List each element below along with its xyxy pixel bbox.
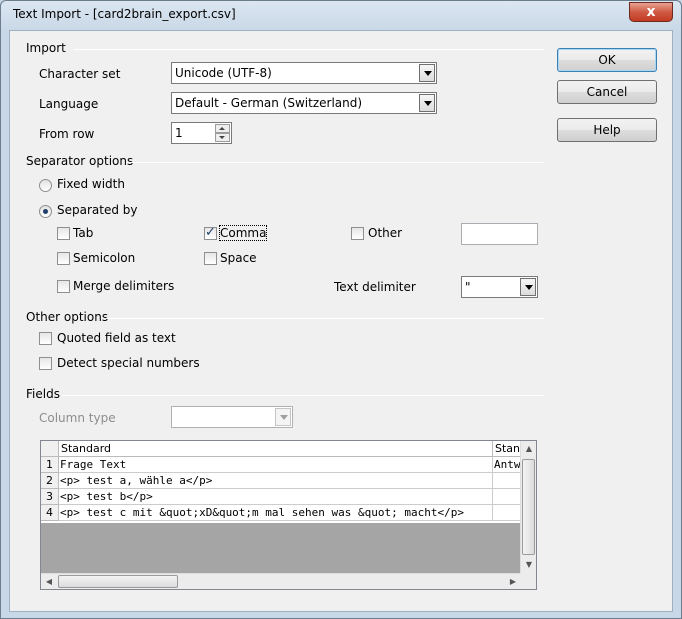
semicolon-checkbox[interactable] xyxy=(57,252,70,265)
comma-label[interactable]: Comma xyxy=(218,225,268,241)
dialog-body: Import Character set Unicode (UTF-8) Lan… xyxy=(9,30,673,612)
scroll-down-icon[interactable]: ▼ xyxy=(521,557,536,573)
character-set-label: Character set xyxy=(39,67,121,81)
chevron-down-icon[interactable] xyxy=(419,64,435,82)
vertical-scroll-thumb[interactable] xyxy=(522,459,535,555)
table-cell[interactable]: <p> test a, wähle a</p> xyxy=(59,473,493,489)
horizontal-scroll-thumb[interactable] xyxy=(58,575,178,588)
separated-by-label[interactable]: Separated by xyxy=(57,203,138,217)
text-delimiter-label: Text delimiter xyxy=(334,280,416,294)
quoted-field-label[interactable]: Quoted field as text xyxy=(57,331,176,345)
table-cell[interactable]: Antw xyxy=(493,457,521,473)
other-separator-input[interactable] xyxy=(461,223,538,245)
scroll-up-icon[interactable]: ▲ xyxy=(521,441,536,457)
row-number: 4 xyxy=(41,505,59,521)
tab-checkbox[interactable] xyxy=(57,227,70,240)
fields-divider xyxy=(62,395,544,396)
column-type-label: Column type xyxy=(39,411,116,425)
separator-options-label: Separator options xyxy=(26,154,134,168)
column-header-standard-2[interactable]: Stan xyxy=(493,441,521,457)
table-cell[interactable] xyxy=(493,505,521,521)
scroll-right-icon[interactable]: ▶ xyxy=(505,574,521,589)
space-checkbox[interactable] xyxy=(204,252,217,265)
language-value: Default - German (Switzerland) xyxy=(175,96,363,110)
column-type-select[interactable] xyxy=(171,406,293,428)
close-button[interactable]: x xyxy=(629,2,673,22)
other-options-divider xyxy=(106,318,544,319)
comma-checkbox[interactable] xyxy=(204,225,217,240)
tab-label[interactable]: Tab xyxy=(73,226,93,240)
fields-group-label: Fields xyxy=(26,387,60,401)
row-number: 1 xyxy=(41,457,59,473)
import-group-label: Import xyxy=(26,41,66,55)
other-options-label: Other options xyxy=(26,310,109,324)
help-button[interactable]: Help xyxy=(557,118,657,142)
preview-grid[interactable]: Standard Stan 1 Frage Text Antw 2 <p> te… xyxy=(40,440,537,590)
table-cell[interactable] xyxy=(493,489,521,505)
table-cell[interactable]: Frage Text xyxy=(59,457,493,473)
vertical-scrollbar[interactable]: ▲ ▼ xyxy=(520,441,536,573)
from-row-stepper[interactable]: 1 xyxy=(171,122,232,144)
column-header-standard[interactable]: Standard xyxy=(59,441,493,457)
text-delimiter-value: " xyxy=(465,280,471,294)
chevron-down-icon[interactable] xyxy=(419,94,435,112)
fixed-width-radio[interactable] xyxy=(39,179,52,192)
row-number: 3 xyxy=(41,489,59,505)
character-set-value: Unicode (UTF-8) xyxy=(175,66,272,80)
semicolon-label[interactable]: Semicolon xyxy=(73,251,135,265)
from-row-label: From row xyxy=(39,127,95,141)
separated-by-radio[interactable] xyxy=(39,205,52,218)
detect-special-numbers-label[interactable]: Detect special numbers xyxy=(57,356,200,370)
merge-delimiters-label[interactable]: Merge delimiters xyxy=(73,279,174,293)
detect-special-numbers-checkbox[interactable] xyxy=(39,357,52,370)
grid-empty-area xyxy=(41,523,521,579)
table-cell[interactable]: <p> test c mit &quot;xD&quot;m mal sehen… xyxy=(59,505,493,521)
language-select[interactable]: Default - German (Switzerland) xyxy=(171,92,437,114)
other-checkbox[interactable] xyxy=(351,227,364,240)
from-row-value: 1 xyxy=(175,126,183,140)
scroll-left-icon[interactable]: ◀ xyxy=(41,574,57,589)
fixed-width-label[interactable]: Fixed width xyxy=(57,177,125,191)
close-icon: x xyxy=(646,4,656,20)
text-delimiter-select[interactable]: " xyxy=(461,276,538,298)
horizontal-scrollbar[interactable]: ◀ ▶ xyxy=(41,573,521,589)
quoted-field-checkbox[interactable] xyxy=(39,332,52,345)
import-divider xyxy=(74,49,544,50)
spin-up-icon[interactable] xyxy=(215,124,230,133)
spin-down-icon[interactable] xyxy=(215,133,230,142)
chevron-down-icon[interactable] xyxy=(520,278,536,296)
scrollbar-corner xyxy=(520,573,536,589)
ok-button[interactable]: OK xyxy=(557,48,657,72)
space-label[interactable]: Space xyxy=(220,251,257,265)
character-set-select[interactable]: Unicode (UTF-8) xyxy=(171,62,437,84)
table-cell[interactable] xyxy=(493,473,521,489)
table-cell[interactable]: <p> test b</p> xyxy=(59,489,493,505)
grid-corner xyxy=(41,441,59,457)
cancel-button[interactable]: Cancel xyxy=(557,80,657,104)
title-bar: Text Import - [card2brain_export.csv] x xyxy=(1,1,681,29)
text-import-dialog: Text Import - [card2brain_export.csv] x … xyxy=(0,0,682,619)
separator-divider xyxy=(126,162,544,163)
row-number: 2 xyxy=(41,473,59,489)
other-label[interactable]: Other xyxy=(368,226,402,240)
language-label: Language xyxy=(39,97,99,111)
window-title: Text Import - [card2brain_export.csv] xyxy=(13,7,236,21)
merge-delimiters-checkbox[interactable] xyxy=(57,280,70,293)
chevron-down-icon[interactable] xyxy=(275,408,291,426)
